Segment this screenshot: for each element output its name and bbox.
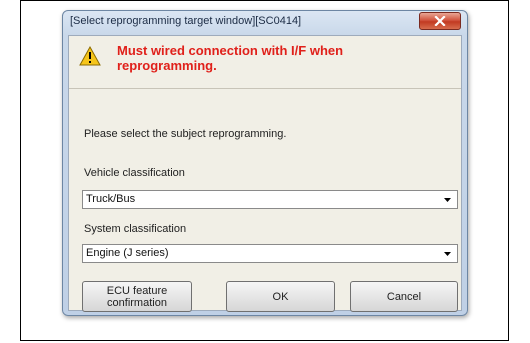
cancel-button-label: Cancel [386, 290, 422, 303]
close-button[interactable] [419, 12, 461, 30]
title-bar[interactable]: [Select reprogramming target window][SC0… [63, 11, 467, 33]
vehicle-classification-label: Vehicle classification [84, 167, 185, 179]
system-classification-value: Engine (J series) [86, 247, 169, 259]
chevron-down-icon [444, 198, 451, 202]
dialog-window: [Select reprogramming target window][SC0… [62, 10, 468, 316]
window-title: [Select reprogramming target window][SC0… [70, 15, 302, 27]
system-classification-select[interactable]: Engine (J series) [82, 244, 458, 263]
chevron-down-icon [444, 252, 451, 256]
ok-button-label: OK [272, 290, 289, 303]
cancel-button[interactable]: Cancel [350, 281, 458, 312]
divider [69, 88, 461, 89]
close-icon [434, 16, 446, 26]
vehicle-classification-select[interactable]: Truck/Bus [82, 190, 458, 209]
system-classification-label: System classification [84, 223, 187, 235]
ecu-button-label-line2: confirmation [107, 296, 167, 309]
warning-triangle-icon [79, 46, 101, 66]
instruction-text: Please select the subject reprogramming. [84, 128, 287, 140]
ecu-button-label-line1: ECU feature [106, 284, 168, 297]
vehicle-classification-value: Truck/Bus [86, 193, 136, 205]
ok-button[interactable]: OK [226, 281, 335, 312]
warning-message: Must wired connection with I/F when repr… [117, 43, 344, 73]
dialog-body: Must wired connection with I/F when repr… [68, 35, 462, 312]
ecu-feature-confirmation-button[interactable]: ECU feature confirmation [82, 281, 192, 312]
